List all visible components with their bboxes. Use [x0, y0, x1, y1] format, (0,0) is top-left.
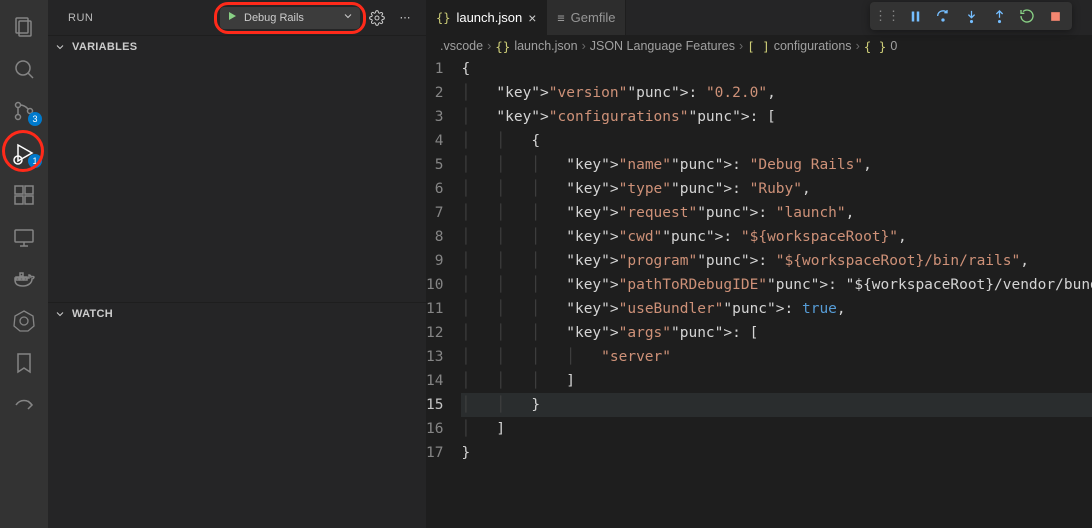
run-debug-icon[interactable]: 1: [0, 132, 48, 174]
watch-body: [48, 325, 426, 515]
step-out-icon[interactable]: [986, 3, 1012, 29]
remote-icon[interactable]: [0, 216, 48, 258]
activity-bar: 3 1: [0, 0, 48, 528]
tab-gemfile[interactable]: ≡ Gemfile: [547, 0, 626, 35]
chevron-right-icon: ›: [856, 39, 860, 53]
step-over-icon[interactable]: [930, 3, 956, 29]
debug-toolbar[interactable]: ⋮⋮: [870, 2, 1072, 30]
chevron-right-icon: ›: [739, 39, 743, 53]
pause-icon[interactable]: [902, 3, 928, 29]
search-icon[interactable]: [0, 48, 48, 90]
chevron-right-icon: ›: [582, 39, 586, 53]
editor-group: {} launch.json × ≡ Gemfile ⋮⋮ .vscode › …: [426, 0, 1092, 528]
chevron-down-icon[interactable]: [342, 10, 354, 25]
docker-icon[interactable]: [0, 258, 48, 300]
bookmarks-icon[interactable]: [0, 342, 48, 384]
line-numbers: 1234567891011121314151617: [426, 57, 461, 528]
restart-icon[interactable]: [1014, 3, 1040, 29]
run-panel: RUN Debug Rails ⋯ VARIABLES WATCH: [48, 0, 426, 528]
breadcrumb-item[interactable]: JSON Language Features: [590, 39, 735, 53]
variables-body: [48, 58, 426, 302]
chevron-down-icon: [52, 306, 68, 322]
breadcrumb-item[interactable]: .vscode: [440, 39, 483, 53]
code-body[interactable]: {│ "key">"version""punc">: "0.2.0",│ "ke…: [461, 57, 1092, 528]
code-editor[interactable]: 1234567891011121314151617 {│ "key">"vers…: [426, 57, 1092, 528]
grip-icon[interactable]: ⋮⋮: [874, 3, 900, 29]
extensions-icon[interactable]: [0, 174, 48, 216]
breadcrumb-item[interactable]: launch.json: [514, 39, 577, 53]
gear-icon[interactable]: [366, 7, 388, 29]
kubernetes-icon[interactable]: [0, 300, 48, 342]
object-icon: { }: [864, 39, 887, 54]
more-icon[interactable]: ⋯: [394, 7, 416, 29]
explorer-icon[interactable]: [0, 6, 48, 48]
close-icon[interactable]: ×: [528, 10, 536, 26]
breadcrumb-item[interactable]: 0: [890, 39, 897, 53]
tab-label: launch.json: [456, 10, 522, 25]
share-icon[interactable]: [0, 384, 48, 426]
run-title: RUN: [68, 12, 93, 24]
run-header: RUN Debug Rails ⋯: [48, 0, 426, 35]
section-label: WATCH: [72, 308, 113, 320]
debug-config-label: Debug Rails: [244, 12, 304, 24]
watch-section: WATCH: [48, 302, 426, 515]
breadcrumb-item[interactable]: configurations: [774, 39, 852, 53]
json-icon: {}: [436, 11, 450, 25]
chevron-down-icon: [52, 39, 68, 55]
tab-launch-json[interactable]: {} launch.json ×: [426, 0, 547, 35]
chevron-right-icon: ›: [487, 39, 491, 53]
variables-header[interactable]: VARIABLES: [48, 36, 426, 58]
section-label: VARIABLES: [72, 41, 137, 53]
breadcrumbs[interactable]: .vscode › {} launch.json › JSON Language…: [426, 35, 1092, 57]
array-icon: [ ]: [747, 39, 770, 54]
debug-badge: 1: [28, 154, 42, 168]
file-icon: ≡: [557, 11, 564, 25]
tab-label: Gemfile: [571, 10, 616, 25]
scm-badge: 3: [28, 112, 42, 126]
step-into-icon[interactable]: [958, 3, 984, 29]
watch-header[interactable]: WATCH: [48, 303, 426, 325]
debug-config-selector[interactable]: Debug Rails: [220, 7, 360, 29]
stop-icon[interactable]: [1042, 3, 1068, 29]
source-control-icon[interactable]: 3: [0, 90, 48, 132]
start-debug-icon[interactable]: [226, 10, 238, 25]
variables-section: VARIABLES: [48, 35, 426, 302]
json-icon: {}: [495, 39, 510, 54]
